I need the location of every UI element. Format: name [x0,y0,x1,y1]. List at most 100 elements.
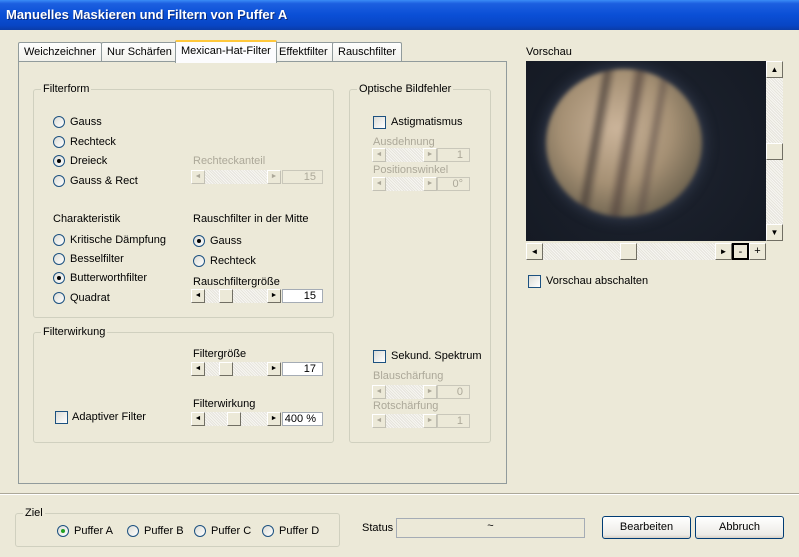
arrow-down-icon[interactable]: ▼ [766,224,783,241]
rotschaerfung-value[interactable]: 1 [437,414,470,428]
arrow-right-icon[interactable]: ► [423,177,437,191]
filterwirkung-title: Filterwirkung [41,326,108,338]
adaptiver-filter-checkbox[interactable] [55,411,68,424]
scroll-thumb[interactable] [766,143,783,160]
rotschaerfung-label: Rotschärfung [373,400,439,412]
arrow-right-icon[interactable]: ► [423,148,437,162]
rauschfilter-gauss-label: Gauss [210,235,242,247]
radio-rauschfilter-gauss[interactable] [193,235,205,247]
filterwirkung-group: Filterwirkung [33,326,334,443]
filterform-rechteck-label: Rechteck [70,136,116,148]
radio-puffer-b[interactable] [127,525,139,537]
arrow-right-icon[interactable]: ► [267,412,281,426]
rauschfiltergroesse-label: Rauschfiltergröße [193,276,280,288]
arrow-right-icon[interactable]: ► [423,414,437,428]
rauschfiltergroesse-value[interactable]: 15 [282,289,323,303]
tab-mexican-hat-filter[interactable]: Mexican-Hat-Filter [175,40,277,63]
preview-image[interactable] [526,61,766,241]
radio-filterform-rechteck[interactable] [53,136,65,148]
puffer-b-label: Puffer B [144,525,184,537]
arrow-left-icon[interactable]: ◄ [372,385,386,399]
edit-button[interactable]: Bearbeiten [602,516,691,539]
filterform-dreieck-label: Dreieck [70,155,108,167]
puffer-c-label: Puffer C [211,525,252,537]
slider-thumb[interactable] [227,412,241,426]
rotschaerfung-slider[interactable]: ◄ ► [372,414,437,428]
filterwirkung-value[interactable]: 400 % [282,412,323,426]
arrow-up-icon[interactable]: ▲ [766,61,783,78]
arrow-right-icon[interactable]: ► [267,362,281,376]
charakteristik-title: Charakteristik [53,213,121,225]
sekund-spektrum-label: Sekund. Spektrum [391,350,482,362]
zoom-in-button[interactable]: + [749,243,766,260]
radio-butterworthfilter[interactable] [53,272,65,284]
kritische-daempfung-label: Kritische Dämpfung [70,234,166,246]
planet-image [546,69,702,217]
radio-kritische-daempfung[interactable] [53,234,65,246]
rauschfiltergroesse-slider[interactable]: ◄ ► [191,289,281,303]
arrow-right-icon[interactable]: ► [267,170,281,184]
arrow-right-icon[interactable]: ► [423,385,437,399]
ausdehnung-value[interactable]: 1 [437,148,470,162]
filterwirkung-slider[interactable]: ◄ ► [191,412,281,426]
astigmatismus-checkbox[interactable] [373,116,386,129]
tab-rauschfilter[interactable]: Rauschfilter [332,42,403,62]
blauschaerfung-value[interactable]: 0 [437,385,470,399]
arrow-left-icon[interactable]: ◄ [526,243,543,260]
quadrat-label: Quadrat [70,292,110,304]
slider-thumb[interactable] [219,362,233,376]
window-title: Manuelles Maskieren und Filtern von Puff… [0,0,799,30]
zoom-out-button[interactable]: - [732,243,749,260]
rechteckanteil-label: Rechteckanteil [193,155,266,167]
rechteckanteil-slider[interactable]: ◄ ► [191,170,281,184]
rechteckanteil-value[interactable]: 15 [282,170,323,184]
positionswinkel-slider[interactable]: ◄ ► [372,177,437,191]
radio-puffer-a[interactable] [57,525,69,537]
filterform-title: Filterform [41,83,92,95]
sekund-spektrum-checkbox[interactable] [373,350,386,363]
vorschau-abschalten-checkbox[interactable] [528,275,541,288]
arrow-left-icon[interactable]: ◄ [191,362,205,376]
blauschaerfung-slider[interactable]: ◄ ► [372,385,437,399]
slider-thumb[interactable] [219,289,233,303]
vorschau-abschalten-label: Vorschau abschalten [546,275,649,287]
optische-bildfehler-title: Optische Bildfehler [357,83,454,95]
puffer-d-label: Puffer D [279,525,320,537]
tab-nur-schaerfen[interactable]: Nur Schärfen [101,42,178,62]
adaptiver-filter-label: Adaptiver Filter [72,411,146,423]
radio-filterform-gauss[interactable] [53,116,65,128]
preview-vertical-scrollbar[interactable]: ▲ ▼ [766,61,783,241]
arrow-right-icon[interactable]: ► [715,243,732,260]
arrow-left-icon[interactable]: ◄ [191,412,205,426]
radio-besselfilter[interactable] [53,253,65,265]
arrow-left-icon[interactable]: ◄ [372,148,386,162]
arrow-left-icon[interactable]: ◄ [191,289,205,303]
radio-filterform-gauss-rect[interactable] [53,175,65,187]
filtergroesse-value[interactable]: 17 [282,362,323,376]
radio-filterform-dreieck[interactable] [53,155,65,167]
radio-rauschfilter-rechteck[interactable] [193,255,205,267]
astigmatismus-label: Astigmatismus [391,116,463,128]
tab-effektfilter[interactable]: Effektfilter [273,42,334,62]
radio-quadrat[interactable] [53,292,65,304]
arrow-right-icon[interactable]: ► [267,289,281,303]
arrow-left-icon[interactable]: ◄ [191,170,205,184]
arrow-left-icon[interactable]: ◄ [372,414,386,428]
preview-horizontal-scrollbar[interactable]: ◄ ► [526,243,732,260]
status-field: ~ [396,518,585,538]
ausdehnung-slider[interactable]: ◄ ► [372,148,437,162]
rauschfilter-mitte-title: Rauschfilter in der Mitte [193,213,309,225]
preview-title: Vorschau [526,46,572,58]
positionswinkel-label: Positionswinkel [373,164,449,176]
puffer-a-label: Puffer A [74,525,113,537]
filtergroesse-slider[interactable]: ◄ ► [191,362,281,376]
scroll-thumb[interactable] [620,243,637,260]
cancel-button[interactable]: Abbruch [695,516,784,539]
ausdehnung-label: Ausdehnung [373,136,435,148]
tab-weichzeichner[interactable]: Weichzeichner [18,42,102,62]
positionswinkel-value[interactable]: 0° [437,177,470,191]
radio-puffer-c[interactable] [194,525,206,537]
radio-puffer-d[interactable] [262,525,274,537]
arrow-left-icon[interactable]: ◄ [372,177,386,191]
butterworthfilter-label: Butterworthfilter [70,272,148,284]
